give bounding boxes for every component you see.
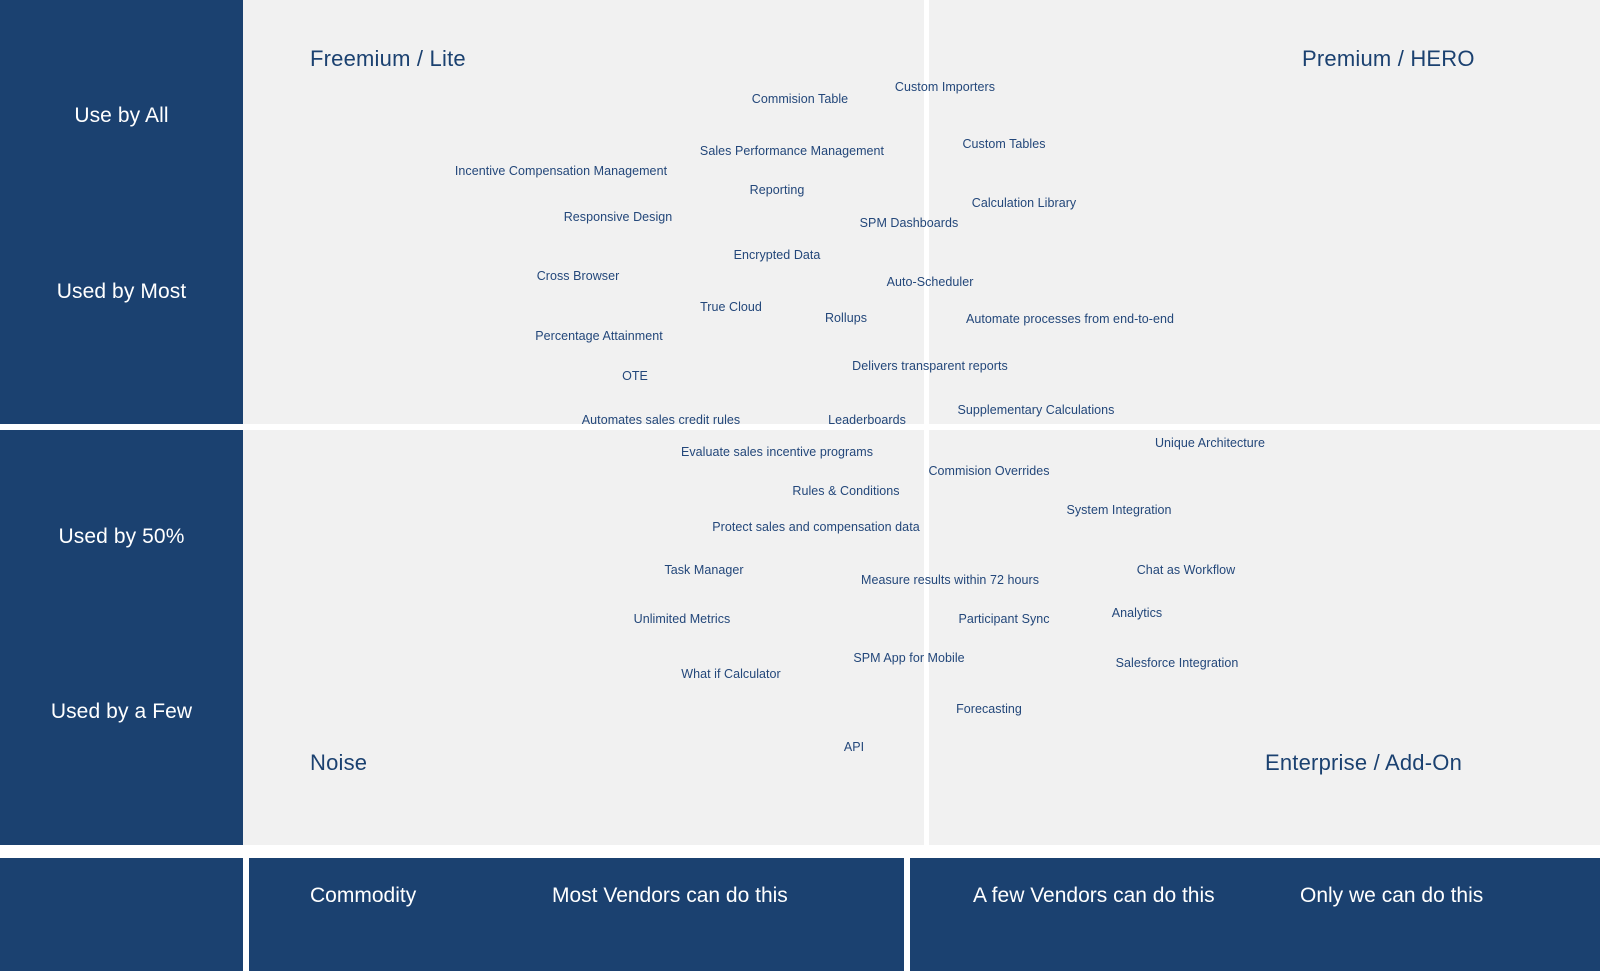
y-axis-label-used-by-a-few: Used by a Few — [50, 700, 193, 723]
feature-label: Chat as Workflow — [1136, 563, 1236, 577]
feature-label: Commision Table — [751, 92, 849, 106]
x-axis-left-band — [249, 858, 904, 971]
feature-label: Custom Tables — [962, 137, 1046, 151]
feature-label: Task Manager — [664, 563, 744, 577]
y-axis-label-used-by-50-percent: Used by 50% — [58, 525, 185, 548]
feature-prioritization-matrix: Use by All Used by Most Used by 50% Used… — [0, 0, 1600, 971]
quadrant-title-noise: Noise — [310, 750, 368, 775]
feature-label: Salesforce Integration — [1115, 656, 1239, 670]
feature-label: True Cloud — [700, 300, 762, 314]
y-axis-upper-band — [0, 0, 243, 424]
feature-label: Commision Overrides — [928, 464, 1050, 478]
feature-label: What if Calculator — [681, 667, 781, 681]
quadrant-title-freemium-lite: Freemium / Lite — [310, 46, 466, 71]
feature-label: Automates sales credit rules — [581, 413, 741, 427]
axis-corner-block — [0, 858, 243, 971]
quadrant-title-premium-hero: Premium / HERO — [1302, 46, 1475, 71]
feature-label: Rules & Conditions — [792, 484, 900, 498]
feature-label: SPM Dashboards — [859, 216, 959, 230]
feature-label: Automate processes from end-to-end — [965, 312, 1175, 326]
y-axis-label-used-by-most: Used by Most — [56, 280, 187, 303]
feature-label: API — [843, 740, 865, 754]
feature-label: Sales Performance Management — [699, 144, 885, 158]
feature-label: Forecasting — [956, 702, 1022, 716]
feature-label: Evaluate sales incentive programs — [680, 445, 874, 459]
feature-label: OTE — [622, 369, 648, 383]
feature-label: Unique Architecture — [1154, 436, 1266, 450]
x-axis-label-commodity: Commodity — [310, 884, 417, 907]
feature-label: Participant Sync — [958, 612, 1050, 626]
feature-label: Auto-Scheduler — [886, 275, 974, 289]
feature-label: Calculation Library — [971, 196, 1077, 210]
feature-label: Analytics — [1111, 606, 1163, 620]
feature-label: Leaderboards — [828, 413, 906, 427]
x-axis-right-band — [910, 858, 1600, 971]
feature-label: Measure results within 72 hours — [860, 573, 1040, 587]
feature-label: Delivers transparent reports — [852, 359, 1008, 373]
feature-label: Protect sales and compensation data — [712, 520, 920, 534]
y-axis-lower-band — [0, 430, 243, 845]
feature-label: Incentive Compensation Management — [454, 164, 668, 178]
feature-label: Supplementary Calculations — [957, 403, 1115, 417]
feature-label: Percentage Attainment — [535, 329, 663, 343]
x-axis-label-most-vendors: Most Vendors can do this — [552, 884, 788, 907]
feature-label: System Integration — [1066, 503, 1172, 517]
quadrant-title-enterprise-addon: Enterprise / Add-On — [1265, 750, 1463, 775]
feature-label: Cross Browser — [536, 269, 620, 283]
quadrant-enterprise-addon — [929, 430, 1600, 845]
quadrant-premium-hero — [929, 0, 1600, 424]
feature-label: Rollups — [824, 311, 868, 325]
y-axis-label-use-by-all: Use by All — [74, 104, 169, 127]
feature-label: Unlimited Metrics — [633, 612, 731, 626]
feature-label: SPM App for Mobile — [853, 651, 965, 665]
feature-label: Custom Importers — [894, 80, 996, 94]
feature-label: Reporting — [749, 183, 805, 197]
x-axis-label-only-we: Only we can do this — [1300, 884, 1484, 907]
x-axis-label-a-few-vendors: A few Vendors can do this — [973, 884, 1215, 907]
feature-label: Responsive Design — [563, 210, 673, 224]
feature-label: Encrypted Data — [733, 248, 821, 262]
